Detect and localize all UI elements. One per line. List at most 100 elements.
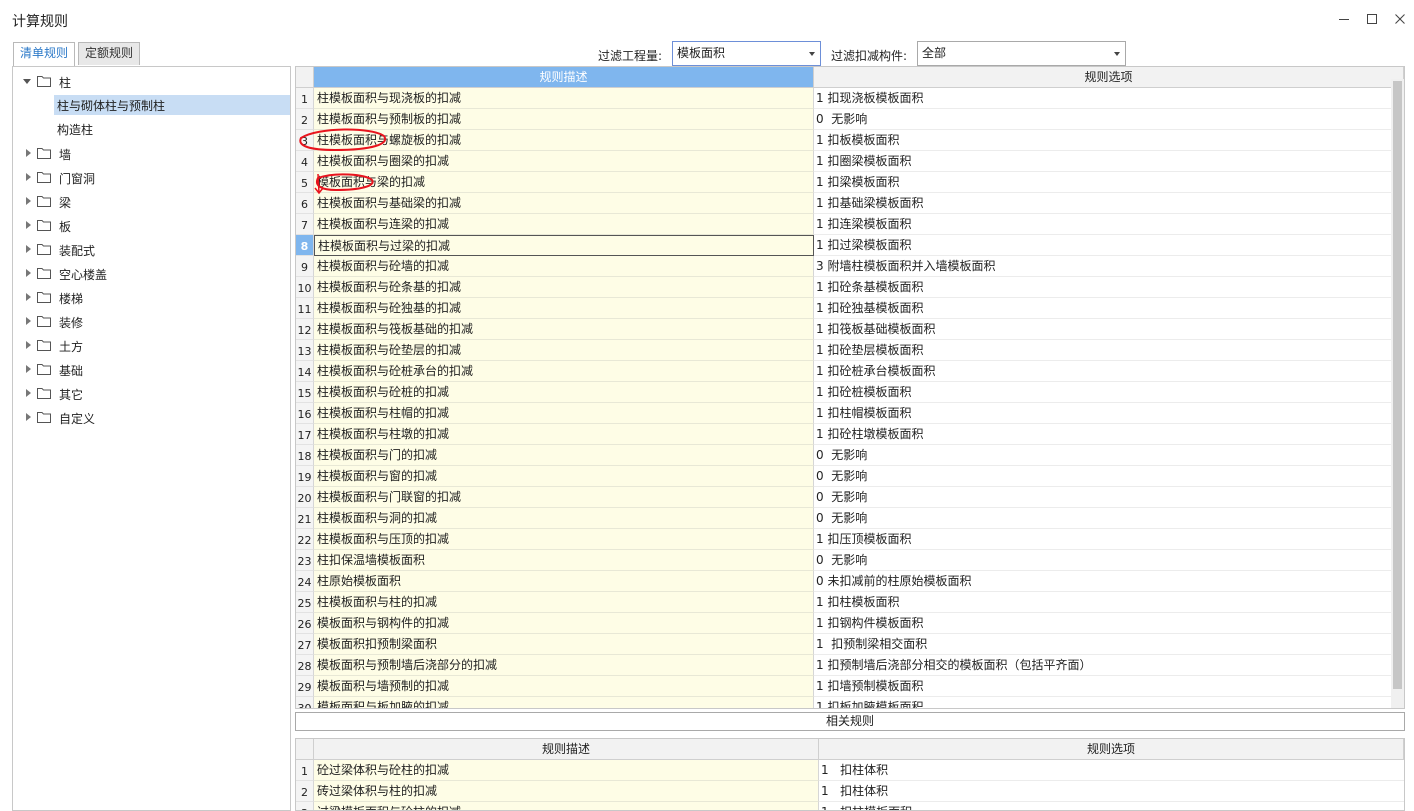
table-row[interactable]: 1 柱模板面积与现浇板的扣减 1 扣现浇板模板面积 xyxy=(296,88,1404,109)
rule-description-cell[interactable]: 模板面积与墙预制的扣减 xyxy=(314,676,814,697)
row-number[interactable]: 9 xyxy=(296,256,314,277)
rule-option-cell[interactable]: 1 扣砼柱墩模板面积 xyxy=(814,424,1391,445)
rule-option-cell[interactable]: 1 扣预制墙后浇部分相交的模板面积（包括平齐面） xyxy=(814,655,1391,676)
rule-option-cell[interactable]: 1 扣板模板面积 xyxy=(814,130,1391,151)
expand-arrow-icon[interactable] xyxy=(24,293,32,301)
row-number[interactable]: 27 xyxy=(296,634,314,655)
rule-option-cell[interactable]: 1 扣砼桩模板面积 xyxy=(814,382,1391,403)
row-number[interactable]: 12 xyxy=(296,319,314,340)
rule-description-cell[interactable]: 砖过梁体积与柱的扣减 xyxy=(314,781,819,802)
tab-quota-rules[interactable]: 定额规则 xyxy=(78,42,141,65)
rule-description-cell[interactable]: 柱模板面积与过梁的扣减 xyxy=(314,235,814,256)
rule-description-cell[interactable]: 模板面积与预制墙后浇部分的扣减 xyxy=(314,655,814,676)
rule-description-cell[interactable]: 柱模板面积与筏板基础的扣减 xyxy=(314,319,814,340)
rule-option-cell[interactable]: 1 扣筏板基础模板面积 xyxy=(814,319,1391,340)
table-row[interactable]: 20 柱模板面积与门联窗的扣减 0 无影响 xyxy=(296,487,1404,508)
table-row[interactable]: 23 柱扣保温墙模板面积 0 无影响 xyxy=(296,550,1404,571)
tree-node[interactable]: 楼梯 xyxy=(13,288,290,308)
table-row[interactable]: 24 柱原始模板面积 0 未扣减前的柱原始模板面积 xyxy=(296,571,1404,592)
table-row[interactable]: 3 柱模板面积与螺旋板的扣减 1 扣板模板面积 xyxy=(296,130,1404,151)
row-number[interactable]: 1 xyxy=(296,88,314,109)
rule-option-cell[interactable]: 1 扣柱模板面积 xyxy=(819,802,1404,810)
scrollbar-thumb[interactable] xyxy=(1393,81,1402,689)
rule-description-cell[interactable]: 柱模板面积与柱帽的扣减 xyxy=(314,403,814,424)
rule-description-cell[interactable]: 柱模板面积与窗的扣减 xyxy=(314,466,814,487)
table-row[interactable]: 29 模板面积与墙预制的扣减 1 扣墙预制模板面积 xyxy=(296,676,1404,697)
expand-arrow-icon[interactable] xyxy=(24,173,32,181)
maximize-button[interactable] xyxy=(1359,6,1385,32)
tree-node[interactable]: 基础 xyxy=(13,360,290,380)
table-row[interactable]: 12 柱模板面积与筏板基础的扣减 1 扣筏板基础模板面积 xyxy=(296,319,1404,340)
rule-option-cell[interactable]: 1 扣梁模板面积 xyxy=(814,172,1391,193)
row-number[interactable]: 2 xyxy=(296,109,314,130)
row-number[interactable]: 25 xyxy=(296,592,314,613)
table-row[interactable]: 21 柱模板面积与洞的扣减 0 无影响 xyxy=(296,508,1404,529)
row-number[interactable]: 15 xyxy=(296,382,314,403)
row-number[interactable]: 10 xyxy=(296,277,314,298)
close-button[interactable] xyxy=(1387,6,1413,32)
expand-arrow-icon[interactable] xyxy=(24,365,32,373)
rule-description-cell[interactable]: 柱模板面积与砼桩承台的扣减 xyxy=(314,361,814,382)
rule-option-cell[interactable]: 1 扣压顶模板面积 xyxy=(814,529,1391,550)
expand-arrow-icon[interactable] xyxy=(24,389,32,397)
rule-option-cell[interactable]: 1 扣现浇板模板面积 xyxy=(814,88,1391,109)
rule-option-cell[interactable]: 1 扣砼桩承台模板面积 xyxy=(814,361,1391,382)
rule-option-cell[interactable]: 1 扣砼条基模板面积 xyxy=(814,277,1391,298)
table-row[interactable]: 4 柱模板面积与圈梁的扣减 1 扣圈梁模板面积 xyxy=(296,151,1404,172)
related-rules-bar[interactable]: 相关规则 xyxy=(295,712,1405,731)
row-number[interactable]: 17 xyxy=(296,424,314,445)
rule-option-cell[interactable]: 1 扣板加腋模板面积 xyxy=(814,697,1391,708)
row-number[interactable]: 14 xyxy=(296,361,314,382)
row-number[interactable]: 16 xyxy=(296,403,314,424)
table-row[interactable]: 18 柱模板面积与门的扣减 0 无影响 xyxy=(296,445,1404,466)
rule-description-cell[interactable]: 柱模板面积与圈梁的扣减 xyxy=(314,151,814,172)
rule-option-cell[interactable]: 0 无影响 xyxy=(814,109,1391,130)
rule-option-cell[interactable]: 1 扣柱模板面积 xyxy=(814,592,1391,613)
tab-bill-rules[interactable]: 清单规则 xyxy=(13,42,76,66)
row-number[interactable]: 23 xyxy=(296,550,314,571)
table-row[interactable]: 5 模板面积与梁的扣减 1 扣梁模板面积 xyxy=(296,172,1404,193)
rule-description-cell[interactable]: 柱模板面积与基础梁的扣减 xyxy=(314,193,814,214)
rule-option-cell[interactable]: 1 扣柱体积 xyxy=(819,781,1404,802)
rule-option-cell[interactable]: 1 扣圈梁模板面积 xyxy=(814,151,1391,172)
rule-option-cell[interactable]: 0 无影响 xyxy=(814,445,1391,466)
rule-option-cell[interactable]: 1 扣砼垫层模板面积 xyxy=(814,340,1391,361)
table-row[interactable]: 30 模板面积与板加腋的扣减 1 扣板加腋模板面积 xyxy=(296,697,1404,708)
rule-description-cell[interactable]: 柱模板面积与现浇板的扣减 xyxy=(314,88,814,109)
row-number[interactable]: 3 xyxy=(296,130,314,151)
row-number[interactable]: 22 xyxy=(296,529,314,550)
rule-option-cell[interactable]: 1 扣基础梁模板面积 xyxy=(814,193,1391,214)
row-number[interactable]: 26 xyxy=(296,613,314,634)
rule-option-cell[interactable]: 1 扣柱帽模板面积 xyxy=(814,403,1391,424)
tree-node[interactable]: 板 xyxy=(13,216,290,236)
row-number[interactable]: 7 xyxy=(296,214,314,235)
table-row[interactable]: 13 柱模板面积与砼垫层的扣减 1 扣砼垫层模板面积 xyxy=(296,340,1404,361)
table-row[interactable]: 27 模板面积扣预制梁面积 1 扣预制梁相交面积 xyxy=(296,634,1404,655)
table-row[interactable]: 2 砖过梁体积与柱的扣减 1 扣柱体积 xyxy=(296,781,1404,802)
table-row[interactable]: 17 柱模板面积与柱墩的扣减 1 扣砼柱墩模板面积 xyxy=(296,424,1404,445)
tree-node[interactable]: 其它 xyxy=(13,384,290,404)
table-row[interactable]: 14 柱模板面积与砼桩承台的扣减 1 扣砼桩承台模板面积 xyxy=(296,361,1404,382)
rule-description-cell[interactable]: 柱模板面积与洞的扣减 xyxy=(314,508,814,529)
expand-arrow-icon[interactable] xyxy=(24,245,32,253)
row-number[interactable]: 6 xyxy=(296,193,314,214)
tree-node[interactable]: 墙 xyxy=(13,144,290,164)
tree-node[interactable]: 梁 xyxy=(13,192,290,212)
expand-arrow-icon[interactable] xyxy=(24,413,32,421)
rules-grid[interactable]: 规则描述 规则选项 1 柱模板面积与现浇板的扣减 1 扣现浇板模板面积 2 柱模板面积与… xyxy=(295,66,1405,709)
row-number[interactable]: 30 xyxy=(296,697,314,708)
tree-node[interactable]: 装修 xyxy=(13,312,290,332)
row-number[interactable]: 8 xyxy=(296,235,314,256)
row-number[interactable]: 4 xyxy=(296,151,314,172)
rule-description-cell[interactable]: 砼过梁体积与砼柱的扣减 xyxy=(314,760,819,781)
table-row[interactable]: 16 柱模板面积与柱帽的扣减 1 扣柱帽模板面积 xyxy=(296,403,1404,424)
rule-option-cell[interactable]: 1 扣钢构件模板面积 xyxy=(814,613,1391,634)
table-row[interactable]: 3过梁模板面积与砼柱的扣减1 扣柱模板面积 xyxy=(296,802,1404,810)
rule-option-cell[interactable]: 1 扣墙预制模板面积 xyxy=(814,676,1391,697)
row-number[interactable]: 5 xyxy=(296,172,314,193)
table-row[interactable]: 1 砼过梁体积与砼柱的扣减 1 扣柱体积 xyxy=(296,760,1404,781)
tree-node[interactable]: 自定义 xyxy=(13,408,290,428)
expand-arrow-icon[interactable] xyxy=(24,341,32,349)
tree-node[interactable]: 土方 xyxy=(13,336,290,356)
table-row[interactable]: 19 柱模板面积与窗的扣减 0 无影响 xyxy=(296,466,1404,487)
